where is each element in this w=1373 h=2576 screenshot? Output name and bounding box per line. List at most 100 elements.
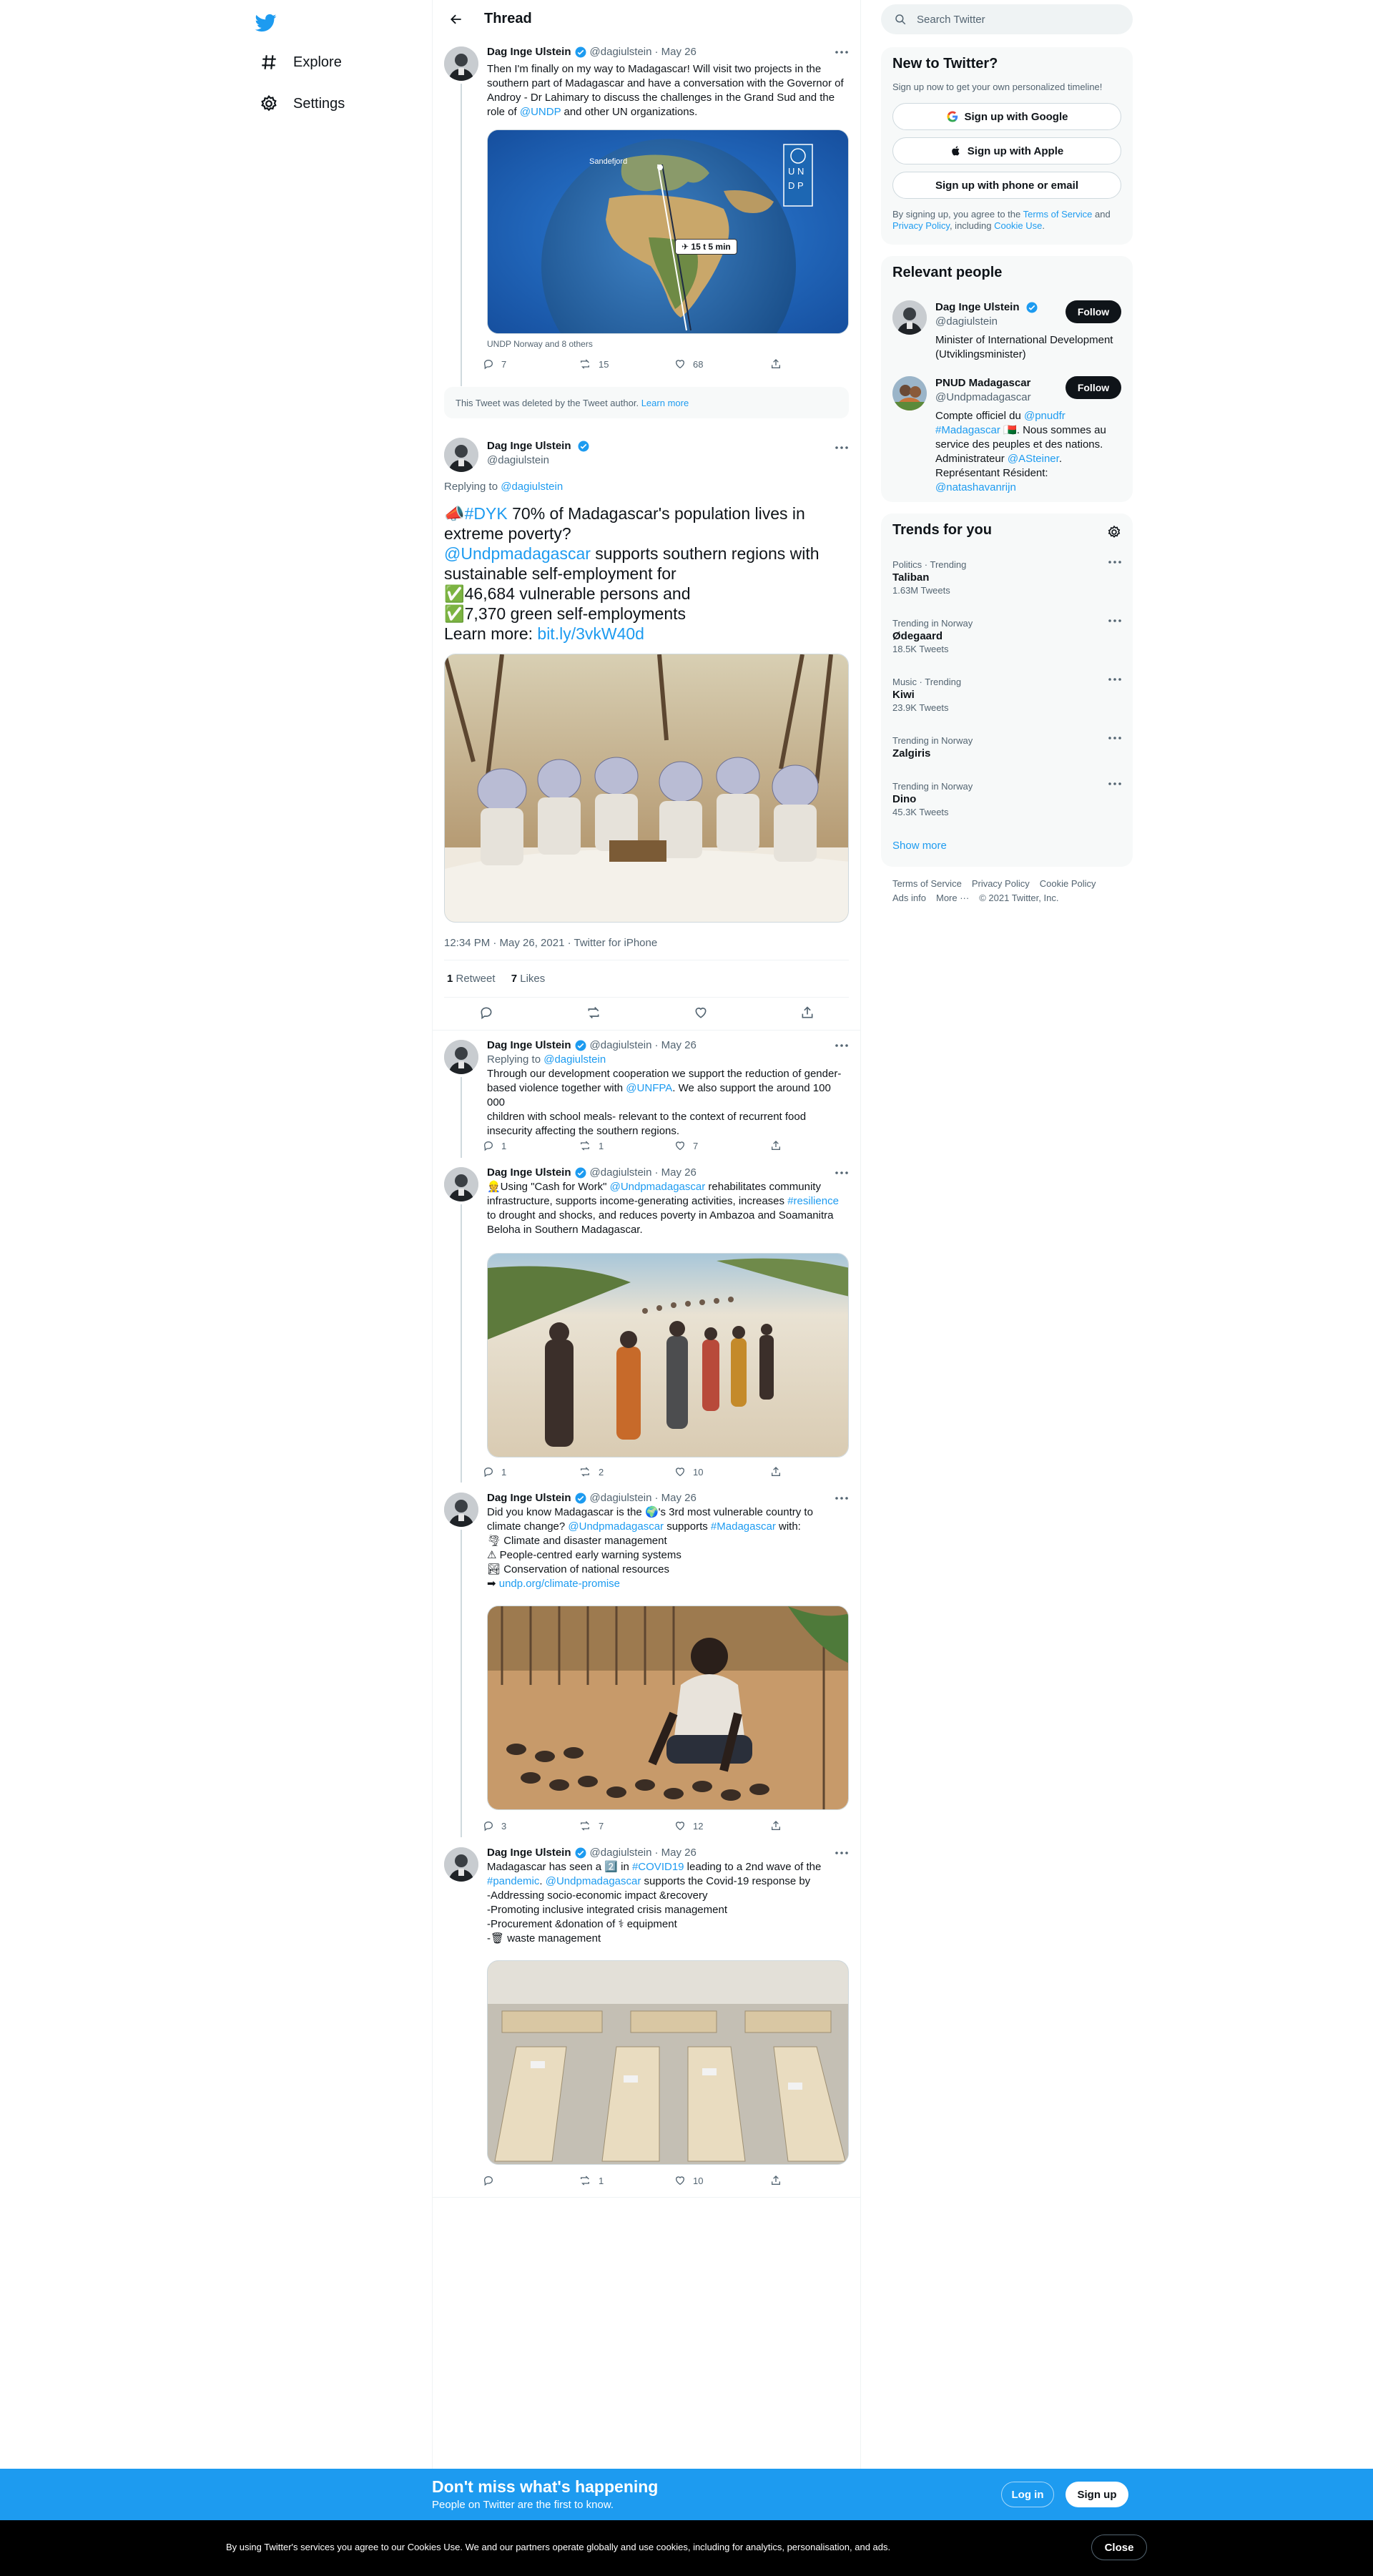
more-options-icon[interactable] <box>833 439 850 456</box>
signup-button[interactable]: Sign up <box>1066 2482 1128 2507</box>
search-input[interactable]: Search Twitter <box>917 14 985 26</box>
mention-link[interactable]: @Undpmadagascar <box>546 1875 641 1887</box>
reply-button[interactable]: 1 <box>483 1140 579 1151</box>
footer-link[interactable]: Privacy Policy <box>972 878 1030 889</box>
tweet-timestamp[interactable]: 12:34 PM · May 26, 2021 · Twitter for iP… <box>444 937 657 949</box>
author-name[interactable]: Dag Inge Ulstein <box>487 1038 571 1053</box>
thread-tweet[interactable]: Dag Inge Ulstein @dagiulstein · May 26 T… <box>433 38 860 386</box>
share-button[interactable] <box>770 2175 866 2186</box>
replying-handle-link[interactable]: @dagiulstein <box>501 481 563 493</box>
trends-settings-icon[interactable] <box>1107 525 1121 543</box>
like-button[interactable]: 7 <box>674 1140 770 1151</box>
hashtag-link[interactable]: #Madagascar <box>935 424 1000 436</box>
login-button[interactable]: Log in <box>1001 2482 1054 2507</box>
replying-handle-link[interactable]: @dagiulstein <box>543 1053 606 1066</box>
more-options-icon[interactable] <box>833 1164 850 1181</box>
footer-link[interactable]: Cookie Policy <box>1040 878 1096 889</box>
tweet-date[interactable]: · May 26 <box>654 1846 696 1860</box>
hashtag-link[interactable]: #COVID19 <box>632 1861 684 1873</box>
tweet-media-cash-for-work[interactable] <box>487 1253 849 1457</box>
share-button[interactable] <box>770 1466 866 1478</box>
share-button[interactable] <box>770 1140 866 1151</box>
tweet-media-beekeepers[interactable] <box>444 654 849 923</box>
more-options-icon[interactable] <box>1108 619 1121 622</box>
signup-email-button[interactable]: Sign up with phone or email <box>892 172 1121 199</box>
mention-link[interactable]: @pnudfr <box>1024 410 1066 422</box>
nav-explore[interactable]: Explore <box>250 44 350 80</box>
author-name[interactable]: Dag Inge Ulstein <box>487 440 571 452</box>
share-icon[interactable] <box>800 1006 815 1020</box>
author-name[interactable]: Dag Inge Ulstein <box>487 1491 571 1505</box>
search-box[interactable]: Search Twitter <box>881 4 1133 34</box>
avatar[interactable] <box>892 300 927 335</box>
tagged-users[interactable]: UNDP Norway and 8 others <box>487 338 593 350</box>
avatar[interactable] <box>892 376 927 411</box>
like-stat-count[interactable]: 7 <box>511 973 517 985</box>
trend-item[interactable]: Music · Trending Kiwi 23.9K Tweets <box>892 677 1121 713</box>
mention-link[interactable]: @Undpmadagascar <box>610 1181 706 1193</box>
tweet-date[interactable]: · May 26 <box>654 1038 696 1053</box>
heart-icon[interactable] <box>694 1006 708 1020</box>
share-button[interactable] <box>770 1820 866 1832</box>
more-options-icon[interactable] <box>1108 561 1121 564</box>
hashtag-link[interactable]: #resilience <box>787 1195 839 1207</box>
retweet-button[interactable]: 1 <box>579 1140 674 1151</box>
like-button[interactable]: 12 <box>674 1820 770 1832</box>
cookie-close-button[interactable]: Close <box>1091 2535 1147 2560</box>
mention-link[interactable]: @UNDP <box>520 106 561 118</box>
author-handle[interactable]: @dagiulstein <box>590 1166 652 1180</box>
like-button[interactable]: 10 <box>674 1466 770 1478</box>
trend-item[interactable]: Trending in Norway Dino 45.3K Tweets <box>892 781 1121 817</box>
reply-tweet[interactable]: Dag Inge Ulstein @dagiulstein · May 26 D… <box>433 1484 860 1837</box>
more-options-icon[interactable] <box>833 44 850 61</box>
show-more-link[interactable]: Show more <box>892 840 947 852</box>
like-button[interactable]: 68 <box>674 358 770 370</box>
signup-google-button[interactable]: Sign up with Google <box>892 103 1121 130</box>
hashtag-link[interactable]: #DYK <box>465 504 508 523</box>
more-options-icon[interactable] <box>1108 737 1121 739</box>
reply-tweet[interactable]: Dag Inge Ulstein @dagiulstein · May 26 R… <box>433 1031 860 1158</box>
follow-button[interactable]: Follow <box>1066 376 1121 399</box>
avatar[interactable] <box>444 1847 478 1882</box>
like-stat-label[interactable]: Likes <box>517 973 545 985</box>
more-options-icon[interactable] <box>833 1037 850 1054</box>
author-handle[interactable]: @dagiulstein <box>590 1038 652 1053</box>
privacy-link[interactable]: Privacy Policy <box>892 220 950 231</box>
footer-link[interactable]: Ads info <box>892 893 926 903</box>
mention-link[interactable]: @UNFPA <box>626 1082 672 1094</box>
reply-button[interactable]: 7 <box>483 358 579 370</box>
person-name[interactable]: Dag Inge Ulstein <box>935 301 1020 313</box>
mention-link[interactable]: @Undpmadagascar <box>444 544 591 563</box>
more-options-icon[interactable] <box>833 1490 850 1507</box>
author-name[interactable]: Dag Inge Ulstein <box>487 45 571 59</box>
tweet-date[interactable]: · May 26 <box>654 1491 696 1505</box>
signup-apple-button[interactable]: Sign up with Apple <box>892 137 1121 164</box>
avatar[interactable] <box>444 1040 478 1074</box>
url-link[interactable]: undp.org/climate-promise <box>499 1578 620 1590</box>
avatar[interactable] <box>444 1493 478 1527</box>
url-link[interactable]: bit.ly/3vkW40d <box>537 624 644 643</box>
retweet-button[interactable]: 1 <box>579 2175 674 2186</box>
mention-link[interactable]: @natashavanrijn <box>935 481 1016 493</box>
person-handle[interactable]: @dagiulstein <box>935 315 1041 329</box>
avatar[interactable] <box>444 1167 478 1201</box>
author-handle[interactable]: @dagiulstein <box>590 1491 652 1505</box>
tweet-date[interactable]: · May 26 <box>654 1166 696 1180</box>
person-handle[interactable]: @Undpmadagascar <box>935 390 1031 405</box>
like-button[interactable]: 10 <box>674 2175 770 2186</box>
more-options-icon[interactable] <box>833 1844 850 1862</box>
nav-settings[interactable]: Settings <box>250 86 353 122</box>
more-options-icon[interactable] <box>1108 782 1121 785</box>
cookie-use-link[interactable]: Cookie Use <box>994 220 1042 231</box>
reply-button[interactable]: 3 <box>483 1820 579 1832</box>
tweet-media-map[interactable]: U N D P Sandefjord ✈ 15 t 5 min <box>487 129 849 334</box>
reply-tweet[interactable]: Dag Inge Ulstein @dagiulstein · May 26 👷… <box>433 1159 860 1483</box>
mention-link[interactable]: @ASteiner <box>1008 453 1059 465</box>
reply-button[interactable] <box>483 2175 579 2186</box>
retweet-button[interactable]: 7 <box>579 1820 674 1832</box>
person-name[interactable]: PNUD Madagascar <box>935 377 1030 389</box>
tweet-author[interactable]: Dag Inge Ulstein @dagiulstein <box>487 439 593 468</box>
retweet-icon[interactable] <box>586 1006 601 1020</box>
reply-button[interactable]: 1 <box>483 1466 579 1478</box>
tweet-date[interactable]: · May 26 <box>654 45 696 59</box>
